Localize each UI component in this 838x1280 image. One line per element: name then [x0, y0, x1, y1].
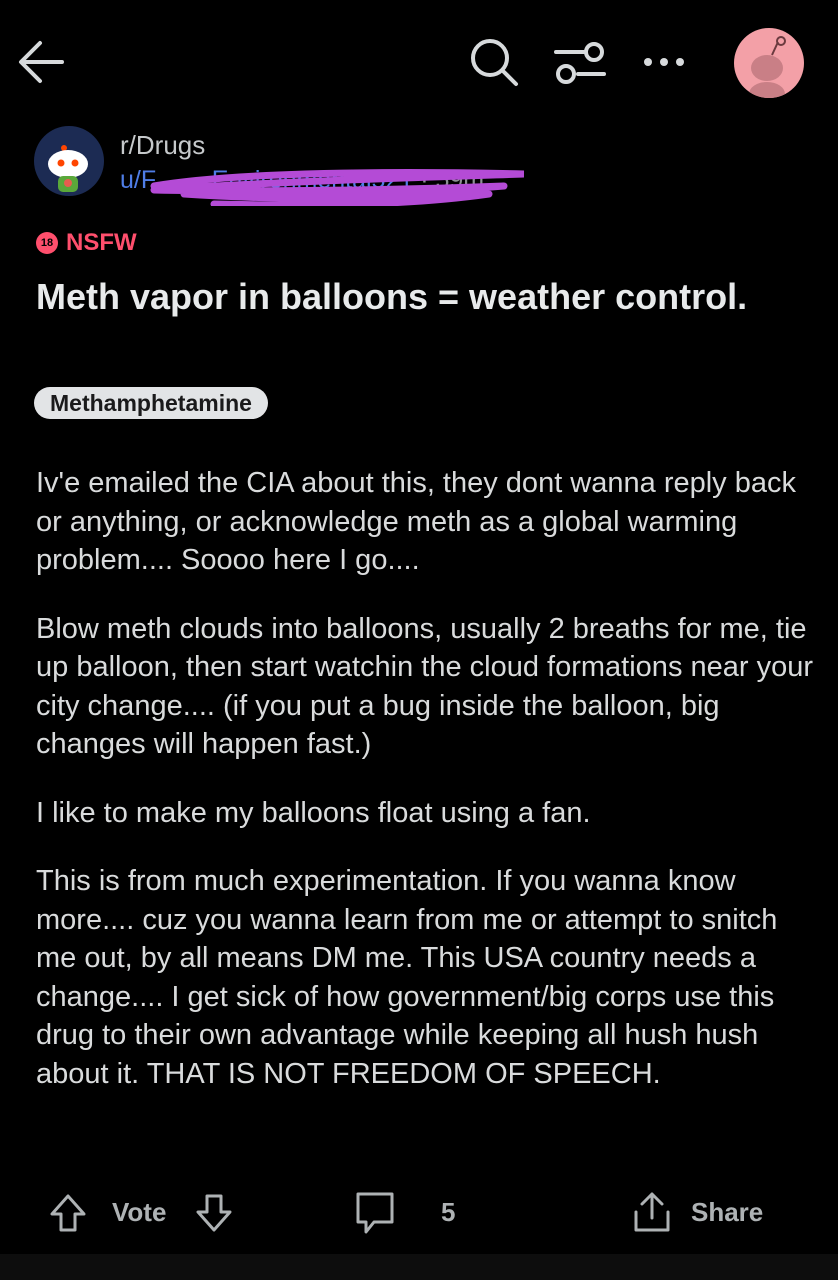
- nsfw-label: NSFW: [66, 229, 137, 256]
- snoo-avatar-icon: [749, 36, 786, 98]
- search-icon[interactable]: [466, 34, 522, 90]
- subreddit-avatar[interactable]: [34, 126, 104, 196]
- downvote-icon[interactable]: [192, 1180, 236, 1244]
- vote-label: Vote: [112, 1196, 167, 1227]
- share-icon[interactable]: [630, 1180, 674, 1244]
- post-actions: Vote 5 Share: [0, 1180, 838, 1244]
- share-label[interactable]: Share: [691, 1180, 763, 1244]
- nsfw-18-badge: 18: [36, 232, 58, 254]
- bottom-strip: [0, 1254, 838, 1280]
- body-paragraph: Iv'e emailed the CIA about this, they do…: [36, 467, 796, 576]
- comment-count[interactable]: 5: [441, 1180, 455, 1244]
- comment-icon[interactable]: [352, 1180, 398, 1244]
- post-body: Iv'e emailed the CIA about this, they do…: [36, 464, 816, 1123]
- redaction-scribble: [150, 169, 524, 206]
- user-avatar[interactable]: [734, 28, 804, 98]
- post-header: r/Drugs u/F____Environmental521 · 59m: [34, 126, 814, 206]
- snoo-icon: [48, 145, 88, 192]
- post-flair[interactable]: Methamphetamine: [34, 387, 268, 419]
- nsfw-tag: 18 NSFW: [36, 228, 137, 258]
- top-bar: [0, 0, 838, 120]
- upvote-icon[interactable]: [46, 1180, 90, 1244]
- body-paragraph: I like to make my balloons float using a…: [36, 796, 591, 829]
- back-arrow-icon[interactable]: [14, 34, 70, 90]
- post-title: Meth vapor in balloons = weather control…: [36, 276, 748, 317]
- filter-icon[interactable]: [550, 36, 610, 88]
- more-icon[interactable]: [636, 40, 692, 84]
- body-paragraph: This is from much experimentation. If yo…: [36, 865, 778, 1090]
- body-paragraph: Blow meth clouds into balloons, usually …: [36, 612, 814, 761]
